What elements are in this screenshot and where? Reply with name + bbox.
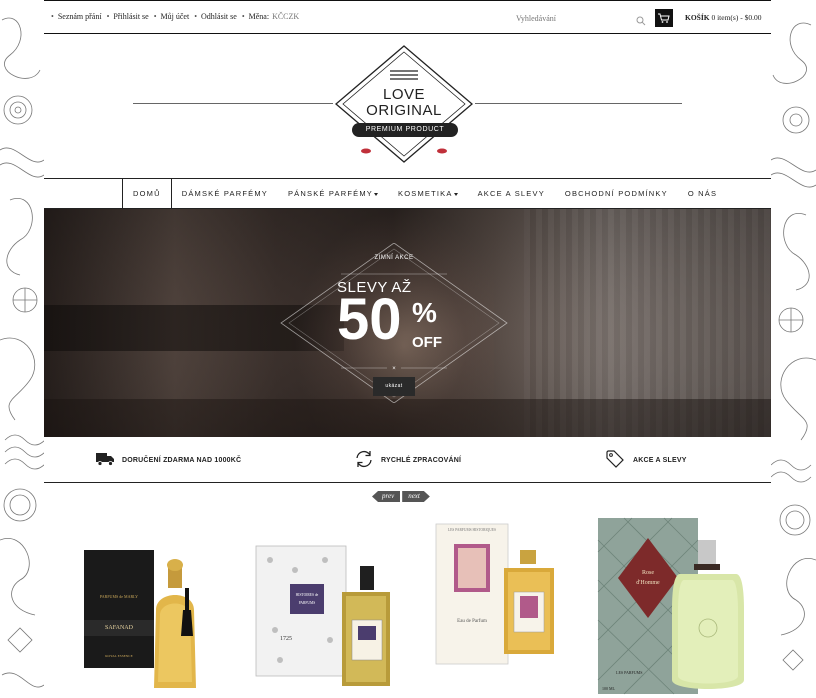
product-card[interactable]: Rose d'Homme LES PARFUMS 100 ML [594,510,749,698]
cart-summary[interactable]: KOŠÍK 0 item(s) - $0.00 [685,13,761,22]
bullet-icon: • [153,12,157,21]
logo-divider-right [475,103,682,104]
bullet-icon: • [241,12,245,21]
nav-label: OBCHODNÍ PODMÍNKY [564,189,668,198]
nav-label: PÁNSKÉ PARFÉMY [287,189,373,198]
currency-selector[interactable]: KČCZK [272,12,299,21]
decorative-doodle-right [771,0,816,698]
main-nav: DOMŮ DÁMSKÉ PARFÉMY PÁNSKÉ PARFÉMY KOSME… [44,178,771,209]
tag-icon [606,450,626,470]
promo-off: OFF [412,334,442,351]
promo-show-button[interactable]: ukázat [373,377,415,396]
svg-text:Rose: Rose [642,570,654,576]
svg-text:ROYAL ESSENCE: ROYAL ESSENCE [105,654,133,658]
nav-item-terms[interactable]: OBCHODNÍ PODMÍNKY [555,179,678,208]
nav-item-home[interactable]: DOMŮ [122,179,172,208]
wishlist-link[interactable]: Seznám přání [58,12,102,21]
product-card[interactable]: PARFUMS de MARLY SAFANAD ROYAL ESSENCE [80,510,210,698]
svg-text:×: × [392,366,396,372]
logo-divider-left [133,103,333,104]
svg-text:1725: 1725 [280,636,292,642]
nav-label: O NÁS [687,189,718,198]
svg-text:100 ML: 100 ML [602,686,616,691]
cart-button[interactable] [655,9,673,27]
product-image: Rose d'Homme LES PARFUMS 100 ML [597,517,744,695]
caret-down-icon [453,192,458,196]
svg-text:d'Homme: d'Homme [636,580,660,586]
features-strip: DORUČENÍ ZDARMA NAD 1000KČ RYCHLÉ ZPRACO… [44,437,771,483]
product-image: PARFUMS de MARLY SAFANAD ROYAL ESSENCE [84,550,196,688]
top-bar: • Seznám přání • Přihlásit se • Můj účet… [44,0,771,34]
caret-down-icon [374,192,378,196]
page-container: • Seznám přání • Přihlásit se • Můj účet… [44,0,771,698]
svg-text:SAFANAD: SAFANAD [105,625,134,631]
nav-item-cosmetics[interactable]: KOSMETIKA [388,179,468,208]
logout-link[interactable]: Odhlásit se [201,12,237,21]
svg-text:LES PARFUMS: LES PARFUMS [616,670,642,675]
product-card[interactable]: HISTOIRES de PARFUMS 1725 [250,510,420,698]
feature-fast-processing: RYCHLÉ ZPRACOVÁNÍ [354,450,462,470]
promo-subtitle: ZIMNÍ AKCE [374,255,414,261]
svg-text:PARFUMS: PARFUMS [299,601,315,605]
nav-label: AKCE A SLEVY [477,189,545,198]
site-logo[interactable]: LOVE ORIGINAL PREMIUM PRODUCT [334,44,474,164]
nav-label: KOSMETIKA [398,189,453,198]
logo-tagline: PREMIUM PRODUCT [352,123,458,137]
cart-label: KOŠÍK [685,13,710,22]
refresh-icon [354,450,374,470]
promo-percent: % [412,297,437,328]
nav-item-sales[interactable]: AKCE A SLEVY [468,179,555,208]
carousel-pager: prev next [372,491,430,502]
svg-text:Eau de Parfum: Eau de Parfum [457,619,487,624]
product-image: HISTOIRES de PARFUMS 1725 [255,545,390,686]
product-card[interactable]: LES PARFUMS HISTORIQUES Eau de Parfum [434,510,569,698]
hero-banner[interactable]: × ZIMNÍ AKCE SLEVY AŽ 50 % OFF ukázat [44,209,771,437]
svg-text:LES PARFUMS HISTORIQUES: LES PARFUMS HISTORIQUES [448,528,496,532]
feature-sales: AKCE A SLEVY [606,450,687,470]
nav-label: DÁMSKÉ PARFÉMY [181,189,268,198]
feature-label: RYCHLÉ ZPRACOVÁNÍ [381,456,462,464]
feature-free-delivery: DORUČENÍ ZDARMA NAD 1000KČ [96,451,241,469]
carousel-next-button[interactable]: next [402,491,430,502]
nav-item-womens-perfumes[interactable]: DÁMSKÉ PARFÉMY [172,179,278,208]
bullet-icon: • [194,12,198,21]
svg-text:PARFUMS de MARLY: PARFUMS de MARLY [100,594,138,599]
logo-text-original: ORIGINAL [366,102,442,119]
promo-number: 50 [337,287,402,352]
truck-icon [96,452,115,468]
search-icon[interactable] [636,13,646,26]
cart-total: 0 item(s) - $0.00 [711,13,762,22]
search-input[interactable] [516,8,628,29]
promo-badge: × ZIMNÍ AKCE SLEVY AŽ 50 % OFF ukázat [279,243,509,403]
feature-label: DORUČENÍ ZDARMA NAD 1000KČ [122,456,242,464]
decorative-doodle-left [0,0,44,698]
svg-text:HISTOIRES de: HISTOIRES de [296,593,319,597]
search-box [516,8,648,29]
account-links: • Seznám přání • Přihlásit se • Můj účet… [46,12,299,21]
currency-label: Měna: [248,12,270,21]
logo-text-love: LOVE [382,86,426,103]
login-link[interactable]: Přihlásit se [113,12,148,21]
product-image: LES PARFUMS HISTORIQUES Eau de Parfum [435,523,554,665]
nav-item-mens-perfumes[interactable]: PÁNSKÉ PARFÉMY [278,179,388,208]
carousel-prev-button[interactable]: prev [372,491,401,502]
bullet-icon: • [106,12,110,21]
logo-area: LOVE ORIGINAL PREMIUM PRODUCT [44,34,771,178]
nav-label: DOMŮ [133,189,161,198]
my-account-link[interactable]: Můj účet [161,12,190,21]
feature-label: AKCE A SLEVY [633,456,687,464]
nav-item-about[interactable]: O NÁS [678,179,727,208]
bullet-icon: • [51,12,54,21]
